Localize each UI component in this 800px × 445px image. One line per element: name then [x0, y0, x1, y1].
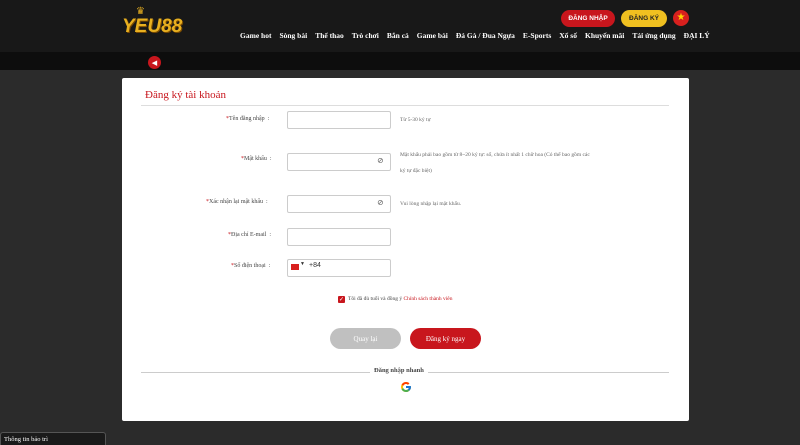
speaker-icon[interactable]: ◀ [148, 56, 161, 69]
nav-item[interactable]: Tải ứng dụng [632, 31, 675, 40]
confirm-password-hint: Vui lòng nhập lại mật khẩu. [400, 201, 462, 207]
nav-item[interactable]: Trò chơi [352, 31, 379, 40]
phone-label: *Số điện thoại : [231, 263, 271, 269]
maintenance-info-tab[interactable]: Thông tin bảo trì [0, 432, 106, 445]
eye-icon[interactable]: ⊘ [377, 156, 384, 165]
nav-item[interactable]: Khuyến mãi [585, 31, 624, 40]
google-icon[interactable] [400, 381, 412, 393]
agree-checkbox[interactable]: ✓ [338, 296, 345, 303]
username-label: *Tên đăng nhập : [226, 116, 270, 122]
nav-item[interactable]: Xổ số [559, 31, 577, 40]
nav-item[interactable]: Game hot [240, 31, 271, 40]
main-nav: Game hot Sòng bài Thể thao Trò chơi Bắn … [240, 31, 718, 40]
vietnam-flag-icon[interactable] [291, 264, 299, 270]
member-policy-link[interactable]: Chính sách thành viên [403, 296, 452, 302]
logo-text: YEU88 [122, 16, 183, 37]
username-field[interactable] [287, 111, 391, 129]
nav-item[interactable]: Sòng bài [279, 31, 307, 40]
register-now-button[interactable]: Đăng ký ngay [410, 328, 481, 349]
quick-login-label: Đăng nhập nhanh [370, 367, 428, 374]
eye-icon[interactable]: ⊘ [377, 198, 384, 207]
confirm-password-field[interactable] [287, 195, 391, 213]
nav-item[interactable]: Thể thao [315, 31, 344, 40]
password-hint: Mật khẩu phải bao gồm từ 8~20 ký tự: số,… [400, 152, 590, 174]
nav-item[interactable]: Đá Gà / Đua Ngựa [456, 31, 515, 40]
page-title: Đăng ký tài khoản [145, 89, 226, 101]
divider [141, 105, 669, 106]
chevron-down-icon[interactable]: ▼ [300, 262, 305, 267]
agree-text: Tôi đã đủ tuổi và đồng ý Chính sách thàn… [348, 296, 453, 302]
confirm-password-label: *Xác nhận lại mật khẩu : [206, 199, 268, 205]
site-logo[interactable]: ♛ YEU88 [122, 6, 198, 40]
login-button[interactable]: ĐĂNG NHẬP [561, 10, 615, 27]
register-button[interactable]: ĐĂNG KÝ [621, 10, 667, 27]
username-hint: Từ 5-30 ký tự [400, 117, 431, 123]
nav-item[interactable]: Bắn cá [387, 31, 409, 40]
password-field[interactable] [287, 153, 391, 171]
phone-country-code: +84 [309, 262, 321, 269]
back-button[interactable]: Quay lại [330, 328, 401, 349]
top-header: ♛ YEU88 Game hot Sòng bài Thể thao Trò c… [0, 0, 800, 52]
nav-item[interactable]: Game bài [417, 31, 448, 40]
registration-card: Đăng ký tài khoản *Tên đăng nhập : Từ 5-… [122, 78, 689, 421]
nav-item[interactable]: ĐẠI LÝ [684, 31, 710, 40]
nav-item[interactable]: E-Sports [523, 31, 551, 40]
email-field[interactable] [287, 228, 391, 246]
announcement-bar [0, 52, 800, 70]
email-label: *Địa chỉ E-mail : [228, 232, 271, 238]
password-label: *Mật khẩu : [241, 156, 272, 162]
vietnam-flag-icon[interactable]: ★ [673, 10, 689, 26]
